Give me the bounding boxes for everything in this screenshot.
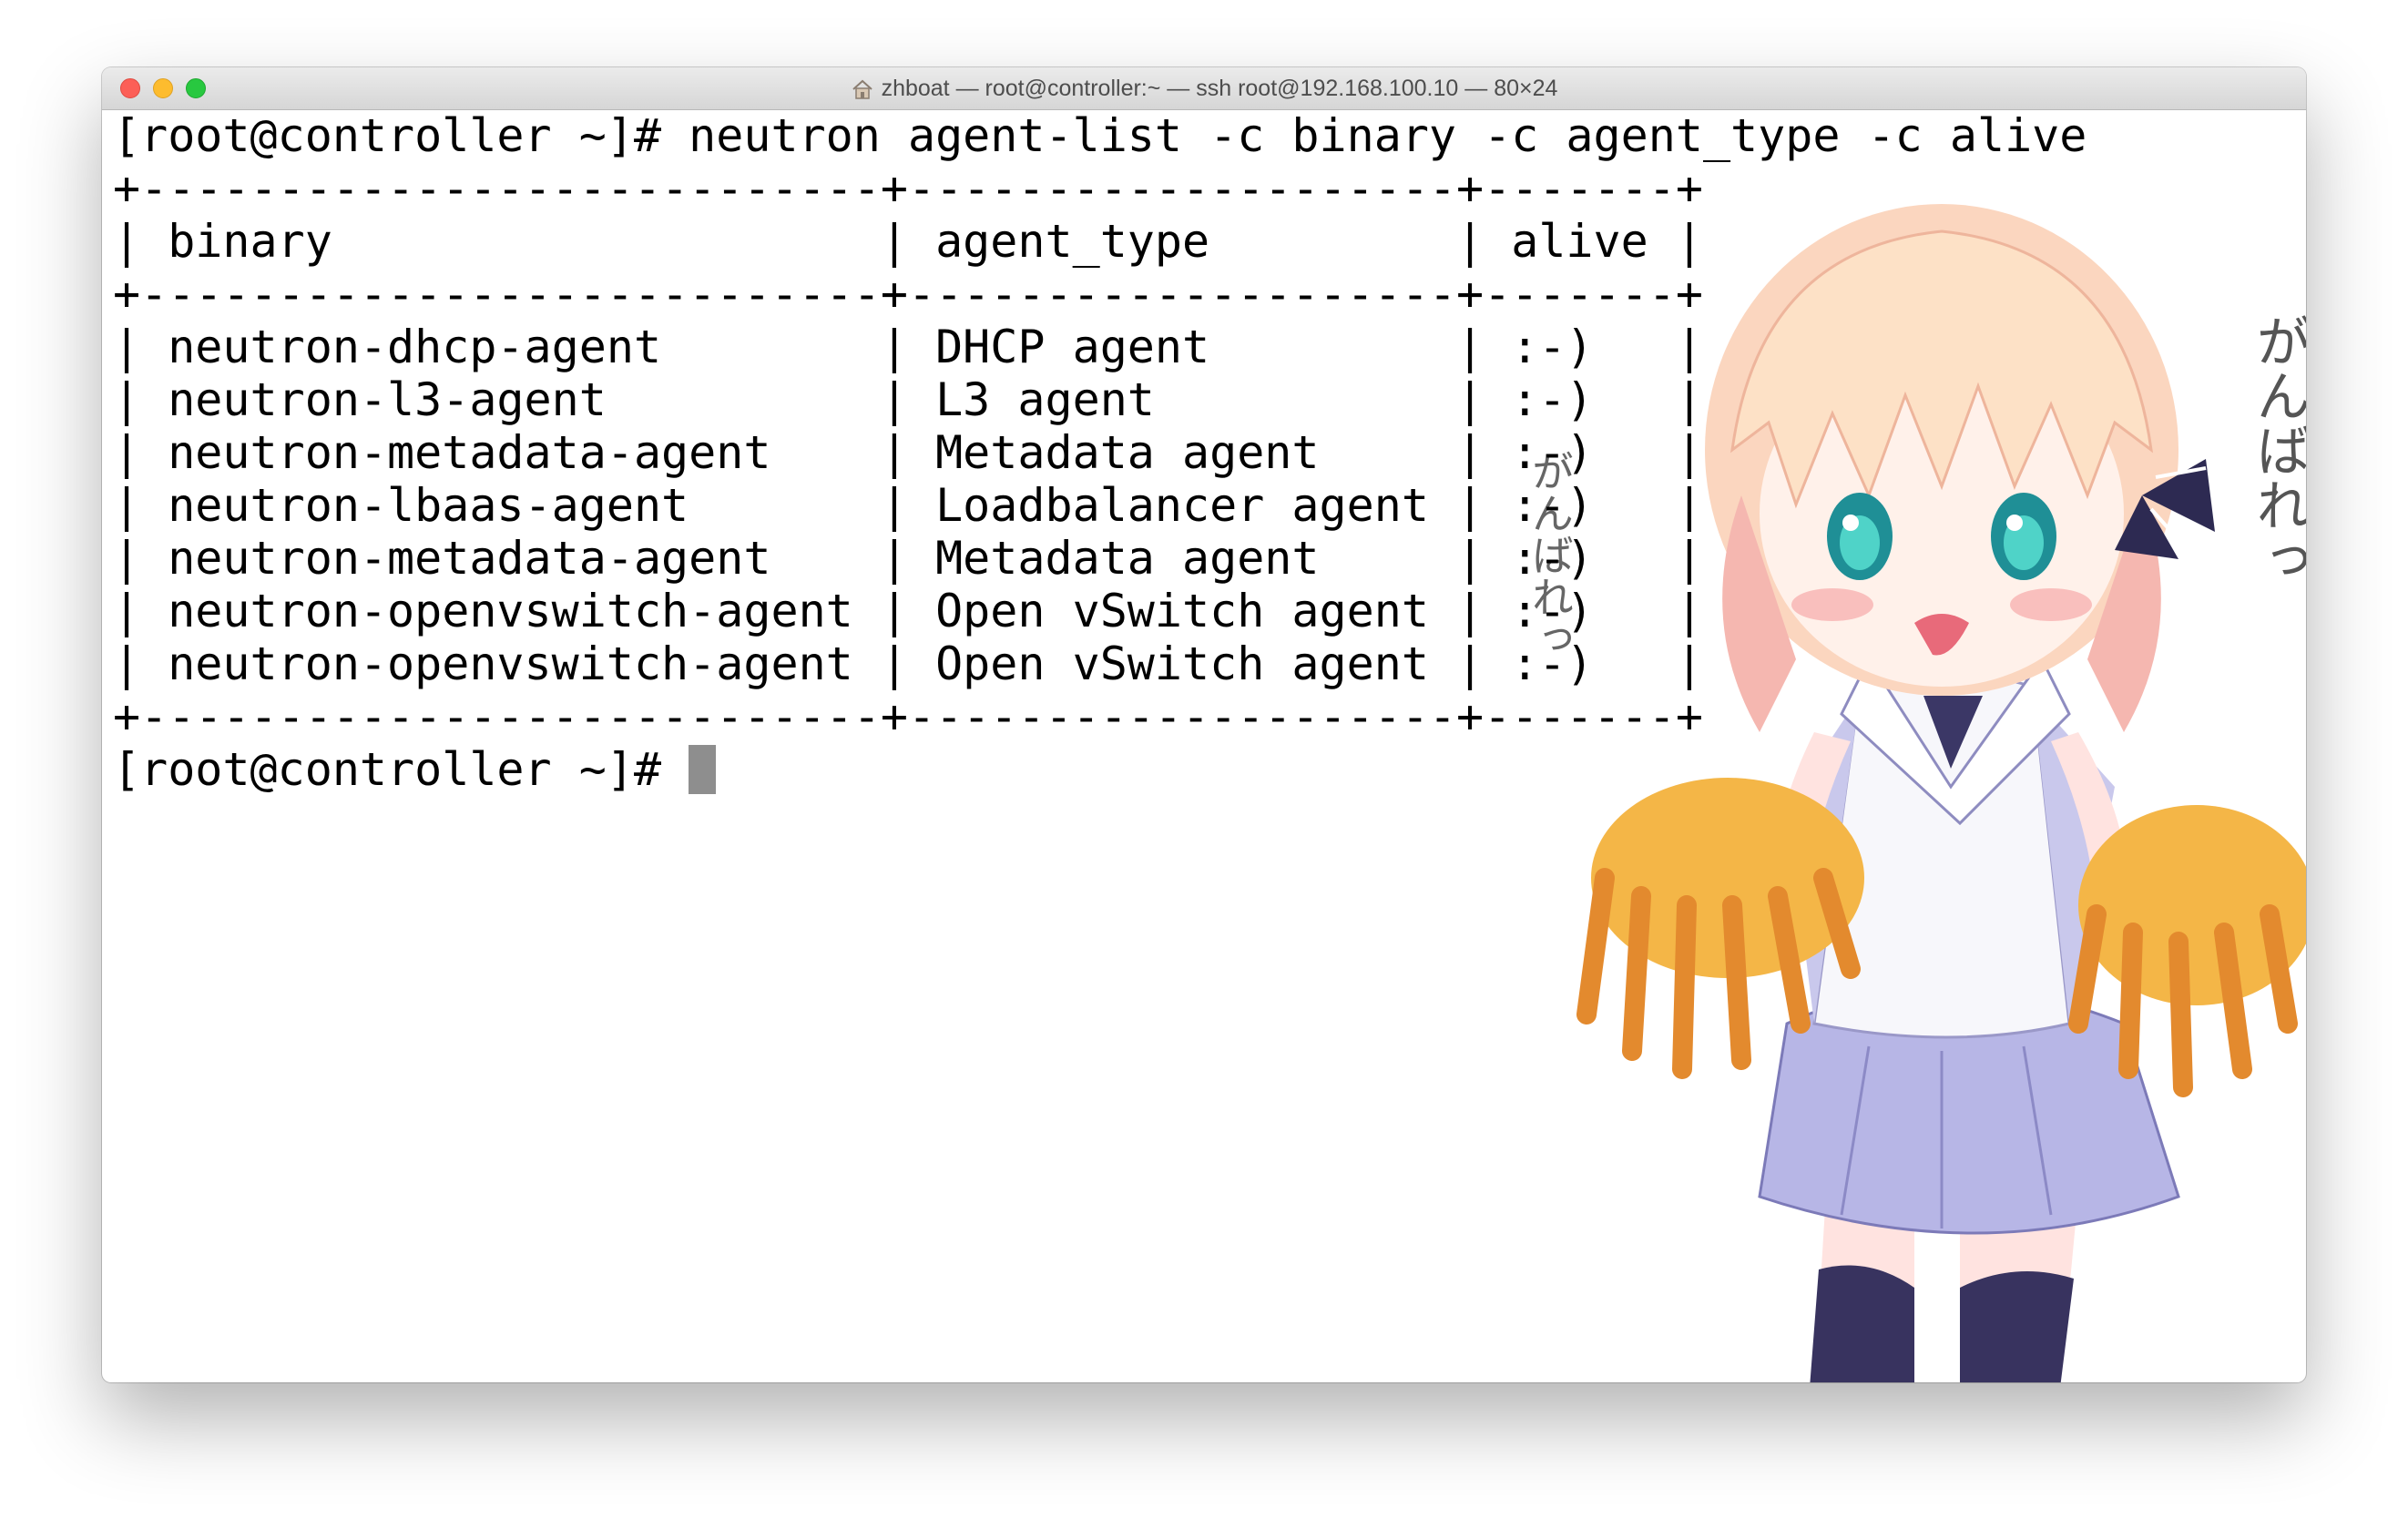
table-border-top: +---------------------------+-----------…	[113, 162, 1703, 215]
text-cursor	[689, 745, 717, 794]
table-border-bottom: +---------------------------+-----------…	[113, 690, 1703, 743]
table-row: | neutron-l3-agent | L3 agent | :-) |	[113, 373, 1703, 426]
window-title: zhboat — root@controller:~ — ssh root@19…	[102, 67, 2306, 109]
table-header-row: | binary | agent_type | alive |	[113, 215, 1703, 268]
table-border-header: +---------------------------+-----------…	[113, 268, 1703, 321]
terminal-output[interactable]: [root@controller ~]# neutron agent-list …	[113, 109, 2295, 1382]
prompt-line[interactable]: [root@controller ~]#	[113, 743, 2295, 796]
terminal-window: zhboat — root@controller:~ — ssh root@19…	[102, 67, 2306, 1382]
table-row: | neutron-metadata-agent | Metadata agen…	[113, 532, 1703, 585]
command-line: [root@controller ~]# neutron agent-list …	[113, 109, 2087, 162]
table-row: | neutron-openvswitch-agent | Open vSwit…	[113, 637, 1703, 690]
table-row: | neutron-dhcp-agent | DHCP agent | :-) …	[113, 321, 1703, 373]
table-row: | neutron-openvswitch-agent | Open vSwit…	[113, 585, 1703, 637]
table-row: | neutron-lbaas-agent | Loadbalancer age…	[113, 479, 1703, 532]
table-row: | neutron-metadata-agent | Metadata agen…	[113, 426, 1703, 479]
title-bar[interactable]: zhboat — root@controller:~ — ssh root@19…	[102, 67, 2306, 110]
home-folder-icon	[852, 80, 872, 100]
shell-prompt: [root@controller ~]#	[113, 743, 689, 796]
window-title-text: zhboat — root@controller:~ — ssh root@19…	[881, 76, 1558, 101]
